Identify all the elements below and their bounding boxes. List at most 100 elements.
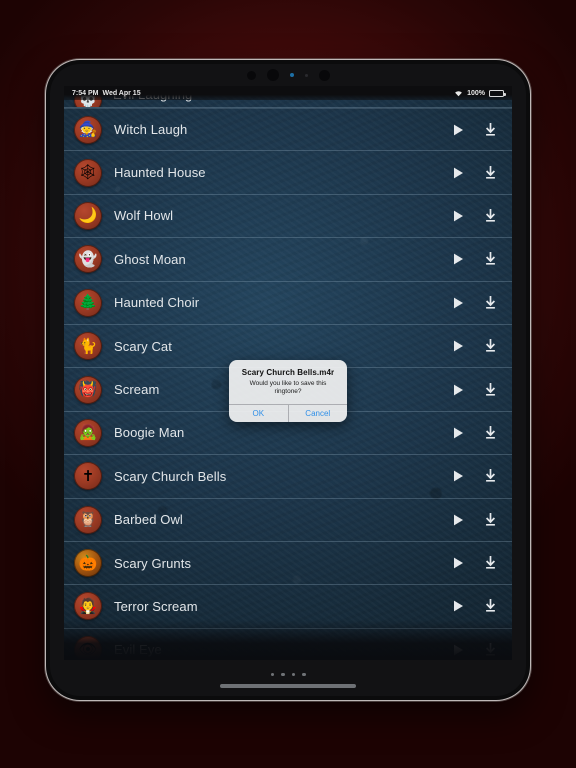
- list-item-label: Haunted House: [114, 165, 206, 181]
- dialog-message: Would you like to save this ringtone?: [249, 380, 327, 396]
- download-icon[interactable]: [482, 512, 498, 528]
- download-icon[interactable]: [482, 468, 498, 484]
- list-item-label: Boogie Man: [114, 425, 185, 441]
- icon-glyph: 👻: [78, 250, 98, 268]
- play-icon[interactable]: [450, 512, 466, 528]
- page-dot[interactable]: [302, 672, 306, 676]
- list-item-label: Evil Eye: [114, 642, 162, 658]
- icon-glyph: 🧙: [78, 121, 98, 139]
- download-icon[interactable]: [482, 165, 498, 181]
- spiderweb-icon: 🕸: [74, 158, 102, 187]
- list-item[interactable]: 🧛 Terror Scream: [64, 585, 512, 629]
- dialog-body: Scary Church Bells.m4r Would you like to…: [229, 360, 347, 404]
- microphone-icon: [304, 73, 308, 77]
- list-item-actions: [450, 122, 502, 138]
- page-indicator[interactable]: [50, 672, 526, 676]
- list-item-label: Ghost Moan: [114, 251, 186, 267]
- list-item-label: Scream: [114, 382, 160, 398]
- icon-glyph: 🌲: [78, 294, 98, 312]
- list-item[interactable]: 🎃 Scary Grunts: [64, 542, 512, 586]
- icon-glyph: 🕸: [78, 164, 98, 182]
- list-item[interactable]: 🦉 Barbed Owl: [64, 499, 512, 542]
- list-item-actions: [450, 425, 502, 441]
- download-icon[interactable]: [482, 598, 498, 614]
- list-item-label: Scary Cat: [114, 338, 172, 354]
- face-id-sensor-icon: [318, 69, 330, 81]
- list-item-actions: [450, 468, 502, 484]
- play-icon[interactable]: [450, 555, 466, 571]
- page-dot[interactable]: [291, 672, 295, 676]
- download-icon[interactable]: [482, 122, 498, 138]
- page-dot[interactable]: [270, 672, 274, 676]
- wifi-icon: [454, 90, 463, 97]
- witch-icon: 🧙: [74, 115, 102, 144]
- list-item[interactable]: 🌙 Wolf Howl: [64, 195, 512, 239]
- status-date: Wed Apr 15: [102, 89, 141, 97]
- list-item[interactable]: 🕸 Haunted House: [64, 151, 512, 195]
- list-item-actions: [450, 598, 502, 614]
- dead-tree-icon: 🌲: [74, 288, 102, 317]
- camera-lens-large-icon: [266, 69, 279, 81]
- play-icon[interactable]: [450, 468, 466, 484]
- list-item-label: Witch Laugh: [114, 122, 188, 138]
- list-item[interactable]: ✝ Scary Church Bells: [64, 455, 512, 499]
- boogie-man-icon: 🧟: [74, 418, 102, 447]
- grave-cross-icon: ✝: [74, 462, 102, 491]
- list-item-actions: [450, 208, 502, 224]
- download-icon[interactable]: [482, 425, 498, 441]
- page-dot[interactable]: [281, 672, 285, 676]
- download-icon[interactable]: [482, 382, 498, 398]
- list-item-label: Scary Grunts: [114, 555, 192, 571]
- download-icon[interactable]: [482, 251, 498, 267]
- list-item-label: Wolf Howl: [114, 208, 174, 224]
- list-item-actions: [450, 642, 502, 658]
- icon-glyph: 🦉: [78, 511, 98, 529]
- play-icon[interactable]: [450, 338, 466, 354]
- icon-glyph: 👁: [78, 641, 98, 659]
- icon-glyph: 🧛: [78, 597, 98, 615]
- list-item-actions: [450, 555, 502, 571]
- tablet-device: 💀 Evil Laughing 7:54 PM Wed Apr 15: [46, 60, 530, 700]
- dialog-ok-button[interactable]: OK: [229, 405, 288, 422]
- camera-lens-icon: [246, 70, 256, 80]
- play-icon[interactable]: [450, 295, 466, 311]
- list-item[interactable]: 🌲 Haunted Choir: [64, 282, 512, 325]
- pumpkin-icon: 🎃: [74, 549, 102, 578]
- ghost-icon: 👻: [74, 245, 102, 274]
- list-item[interactable]: 🧙 Witch Laugh: [64, 108, 512, 152]
- play-icon[interactable]: [450, 382, 466, 398]
- battery-full-icon: [489, 89, 506, 97]
- download-icon[interactable]: [482, 642, 498, 658]
- download-icon[interactable]: [482, 555, 498, 571]
- dialog-cancel-button[interactable]: Cancel: [287, 405, 348, 423]
- play-icon[interactable]: [450, 425, 466, 441]
- dialog-buttons: OK Cancel: [229, 404, 348, 423]
- play-icon[interactable]: [450, 642, 466, 658]
- play-icon[interactable]: [450, 165, 466, 181]
- play-icon[interactable]: [450, 598, 466, 614]
- list-item-label: Terror Scream: [114, 598, 198, 614]
- status-time: 7:54 PM: [72, 89, 99, 97]
- battery-percent-label: 100%: [467, 89, 485, 97]
- play-icon[interactable]: [450, 208, 466, 224]
- status-bar: 7:54 PM Wed Apr 15 100%: [64, 86, 512, 100]
- list-item[interactable]: 👁 Evil Eye: [64, 629, 512, 660]
- play-icon[interactable]: [450, 122, 466, 138]
- icon-glyph: 🧟: [78, 424, 98, 442]
- list-item[interactable]: 👻 Ghost Moan: [64, 238, 512, 282]
- download-icon[interactable]: [482, 338, 498, 354]
- home-indicator[interactable]: [220, 684, 356, 688]
- icon-glyph: 🌙: [78, 207, 98, 225]
- list-item-actions: [450, 251, 502, 267]
- list-item-actions: [450, 165, 502, 181]
- play-icon[interactable]: [450, 251, 466, 267]
- tablet-screen-frame: 💀 Evil Laughing 7:54 PM Wed Apr 15: [50, 64, 526, 696]
- download-icon[interactable]: [482, 295, 498, 311]
- download-icon[interactable]: [482, 208, 498, 224]
- list-item-label: Scary Church Bells: [114, 468, 227, 484]
- list-item-actions: [450, 382, 502, 398]
- icon-glyph: 🐈: [78, 337, 98, 355]
- zombie-icon: 🧛: [74, 592, 102, 621]
- list-item-label: Haunted Choir: [114, 295, 200, 311]
- owl-icon: 🦉: [74, 505, 102, 534]
